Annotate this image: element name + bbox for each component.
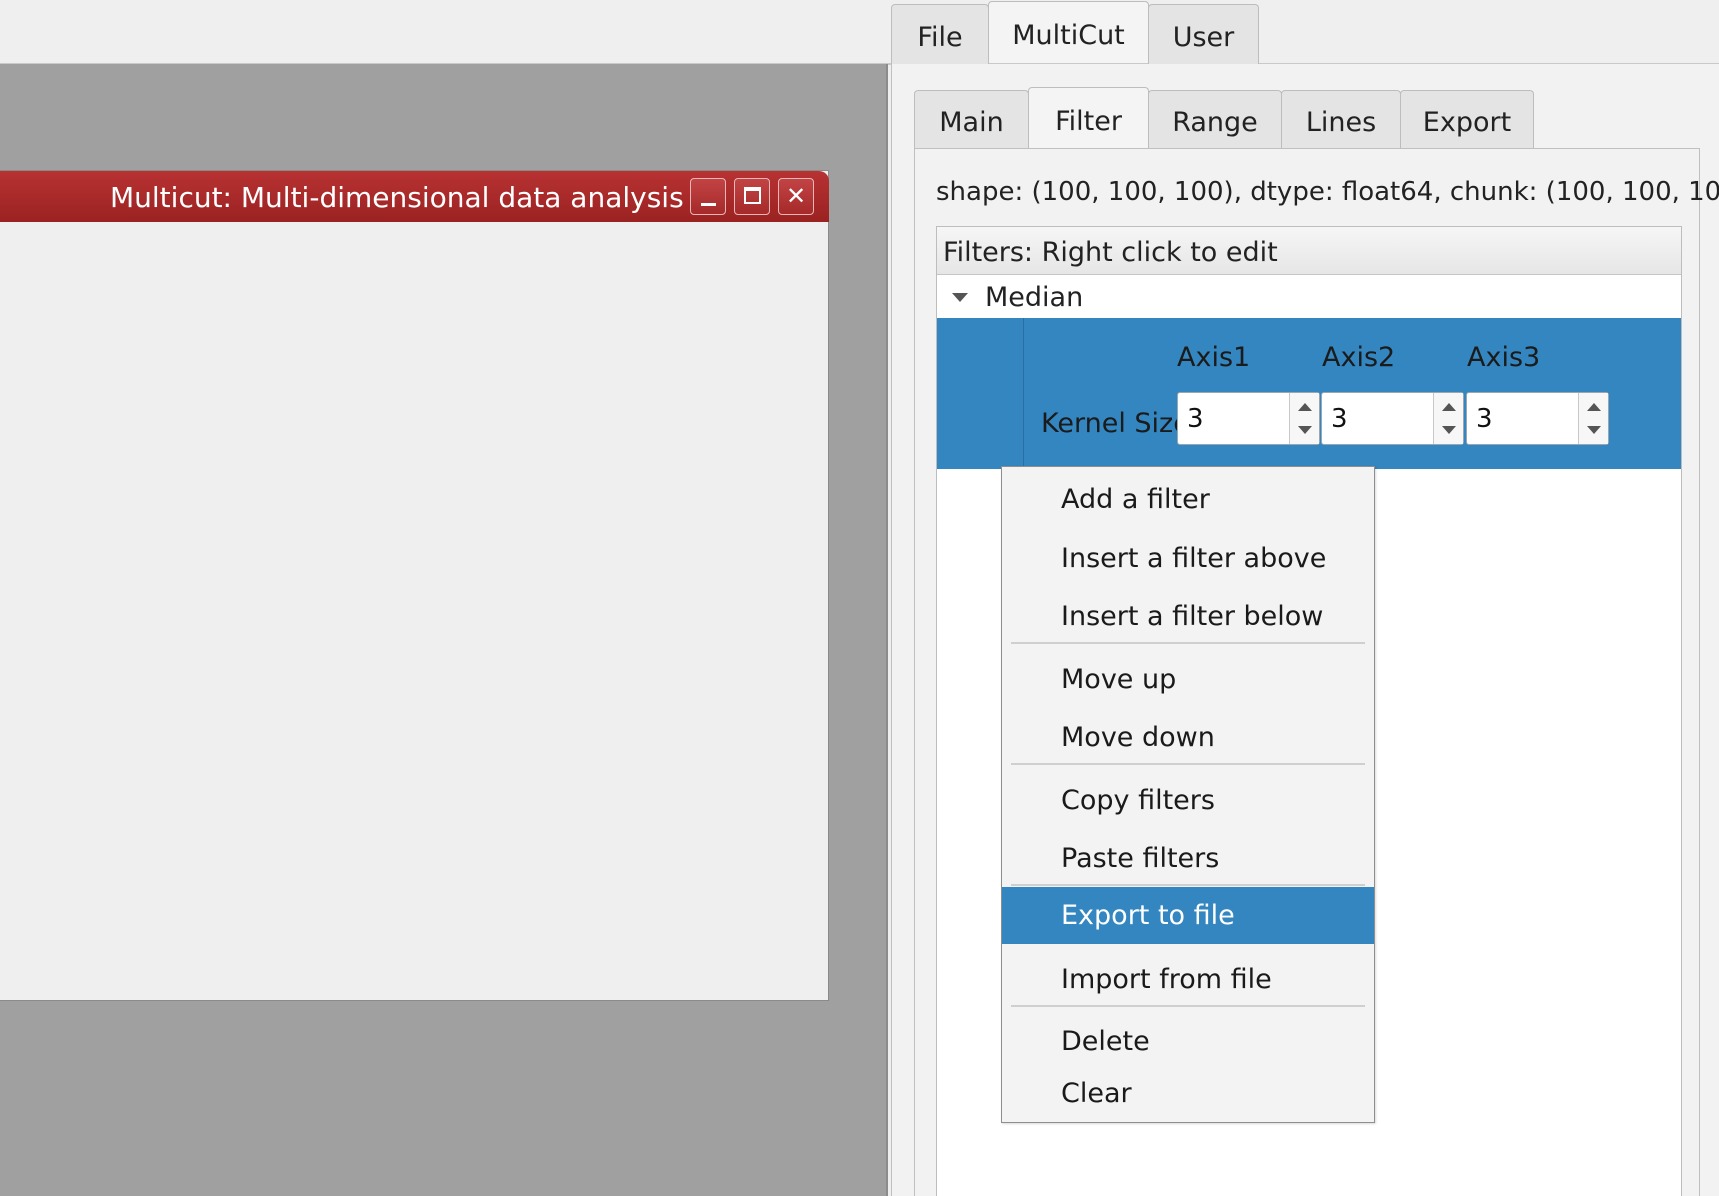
- close-button[interactable]: ✕: [778, 178, 814, 215]
- arrow-down-icon[interactable]: [1587, 426, 1601, 434]
- shape-info-label: shape: (100, 100, 100), dtype: float64, …: [936, 177, 1719, 207]
- tab-label: Filter: [1055, 106, 1122, 137]
- subwindow-title: Multicut: Multi-dimensional data analysi…: [110, 181, 684, 214]
- minimize-button[interactable]: [690, 178, 726, 215]
- menu-item-delete[interactable]: Delete: [1002, 1013, 1374, 1070]
- maximize-button[interactable]: [734, 178, 770, 215]
- axis3-spinbox[interactable]: 3: [1466, 392, 1609, 445]
- close-icon: ✕: [785, 182, 807, 210]
- menu-item-export-to-file[interactable]: Export to file: [1002, 887, 1374, 944]
- menu-separator: [1011, 642, 1365, 644]
- menu-item-move-up[interactable]: Move up: [1002, 651, 1374, 708]
- kernel-size-label: Kernel Size: [1041, 408, 1190, 439]
- spinbox-arrows[interactable]: [1578, 393, 1608, 444]
- tab-export[interactable]: Export: [1400, 90, 1534, 148]
- expand-caret-icon[interactable]: [952, 293, 968, 302]
- tree-header: Filters: Right click to edit: [937, 227, 1681, 275]
- tab-label: MultiCut: [1012, 20, 1125, 51]
- axis1-label: Axis1: [1177, 342, 1251, 373]
- indent-divider: [1023, 318, 1024, 469]
- tab-file[interactable]: File: [891, 4, 989, 64]
- tab-label: Export: [1422, 107, 1512, 138]
- axis1-spinbox[interactable]: 3: [1177, 392, 1320, 445]
- tab-lines[interactable]: Lines: [1281, 90, 1401, 148]
- tab-label: Main: [939, 107, 1004, 138]
- kernel-size-param-row[interactable]: Axis1 Axis2 Axis3 Kernel Size 3 3 3: [937, 318, 1681, 469]
- axis3-label: Axis3: [1467, 342, 1541, 373]
- arrow-down-icon[interactable]: [1298, 426, 1312, 434]
- multicut-subwindow[interactable]: Multicut: Multi-dimensional data analysi…: [0, 170, 829, 1001]
- arrow-up-icon[interactable]: [1442, 403, 1456, 411]
- menu-separator: [1011, 884, 1365, 886]
- menu-item-copy-filters[interactable]: Copy filters: [1002, 772, 1374, 829]
- mdi-workspace: Multicut: Multi-dimensional data analysi…: [0, 64, 888, 1196]
- menu-item-add-filter[interactable]: Add a filter: [1002, 471, 1374, 528]
- filter-context-menu: Add a filter Insert a filter above Inser…: [1001, 466, 1375, 1123]
- app-root: Multicut: Multi-dimensional data analysi…: [0, 0, 1719, 1196]
- filter-name: Median: [985, 282, 1084, 313]
- menu-item-paste-filters[interactable]: Paste filters: [1002, 830, 1374, 887]
- tab-main[interactable]: Main: [914, 90, 1029, 148]
- arrow-up-icon[interactable]: [1587, 403, 1601, 411]
- arrow-down-icon[interactable]: [1442, 426, 1456, 434]
- tab-label: Lines: [1305, 107, 1377, 138]
- tab-filter[interactable]: Filter: [1028, 87, 1149, 149]
- tab-user[interactable]: User: [1148, 4, 1259, 64]
- maximize-icon: [744, 187, 761, 204]
- tab-multicut[interactable]: MultiCut: [988, 1, 1149, 63]
- menu-item-import-from-file[interactable]: Import from file: [1002, 951, 1374, 1008]
- tab-label: File: [917, 22, 963, 53]
- arrow-up-icon[interactable]: [1298, 403, 1312, 411]
- axis2-label: Axis2: [1322, 342, 1396, 373]
- axis2-spinbox[interactable]: 3: [1321, 392, 1464, 445]
- menu-item-clear[interactable]: Clear: [1002, 1065, 1374, 1122]
- spinbox-value: 3: [1331, 404, 1348, 434]
- spinbox-value: 3: [1476, 404, 1493, 434]
- tab-label: User: [1172, 22, 1235, 53]
- spinbox-value: 3: [1187, 404, 1204, 434]
- tab-range[interactable]: Range: [1148, 90, 1282, 148]
- minimize-icon: [701, 203, 716, 206]
- spinbox-arrows[interactable]: [1289, 393, 1319, 444]
- tab-label: Range: [1172, 107, 1258, 138]
- menu-separator: [1011, 763, 1365, 765]
- subwindow-titlebar[interactable]: Multicut: Multi-dimensional data analysi…: [0, 171, 829, 222]
- spinbox-arrows[interactable]: [1433, 393, 1463, 444]
- menu-item-insert-below[interactable]: Insert a filter below: [1002, 588, 1374, 645]
- menu-item-move-down[interactable]: Move down: [1002, 709, 1374, 766]
- tree-item-median[interactable]: Median: [937, 275, 1681, 318]
- menu-separator: [1011, 1005, 1365, 1007]
- menu-item-insert-above[interactable]: Insert a filter above: [1002, 530, 1374, 587]
